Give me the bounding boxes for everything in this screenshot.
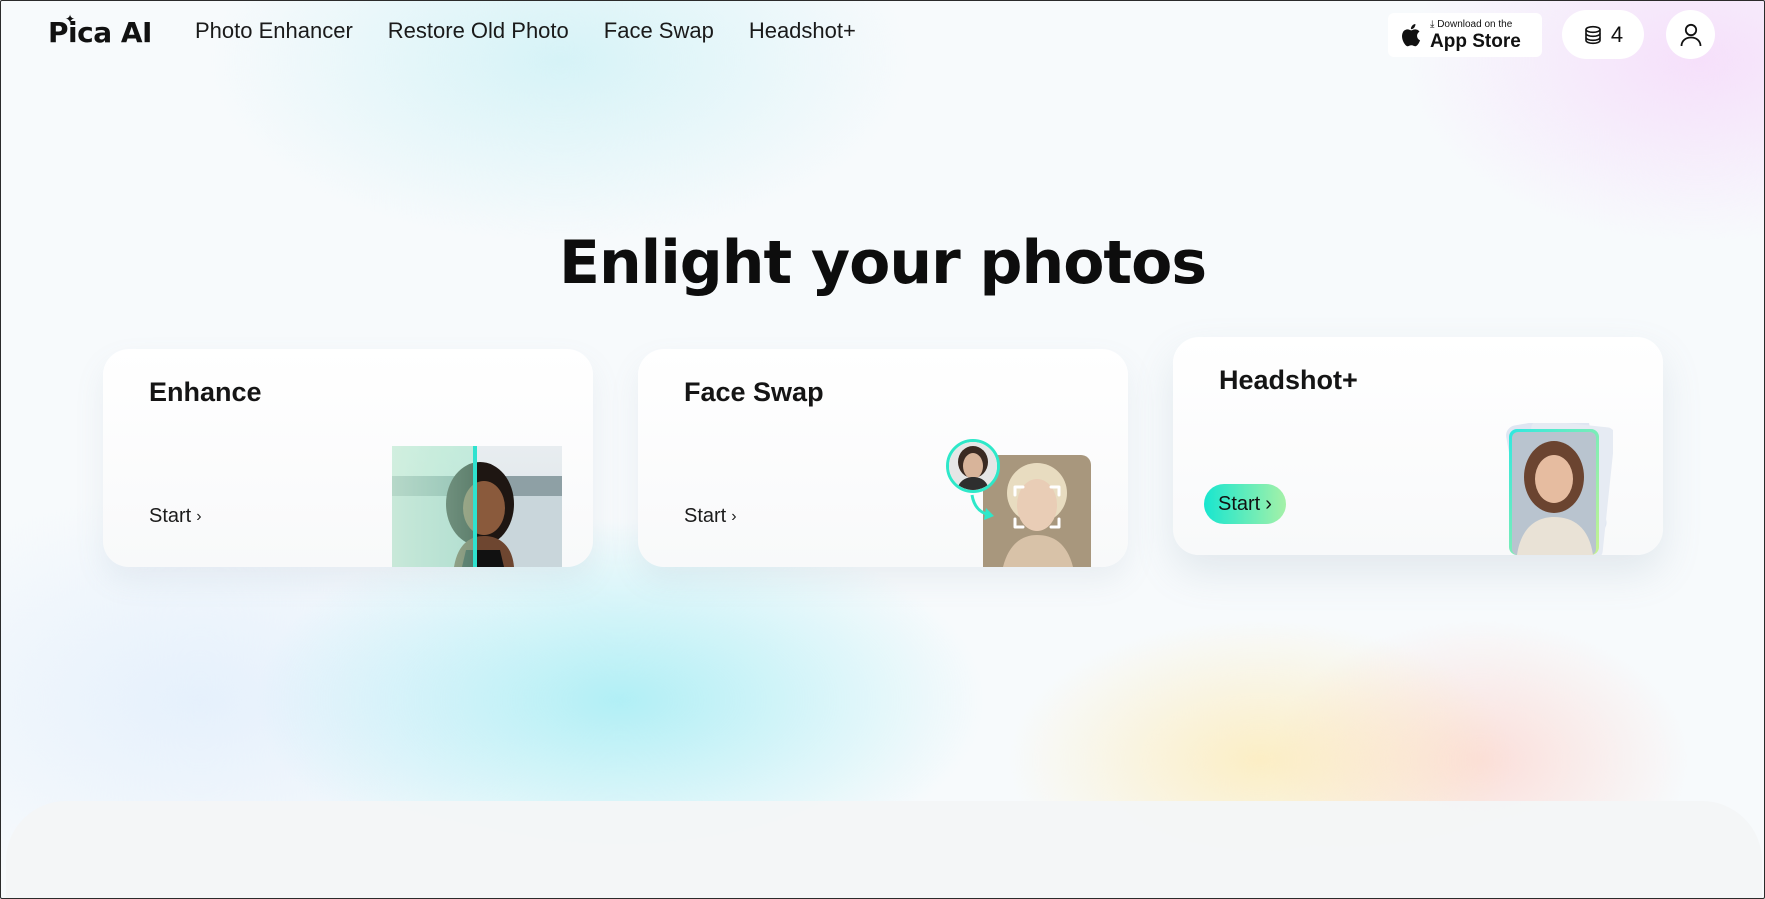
app-store-badge[interactable]: ⤓ Download on the App Store <box>1388 13 1542 57</box>
card-title: Headshot+ <box>1219 365 1358 395</box>
user-icon <box>1680 23 1701 46</box>
start-label: Start <box>149 505 192 527</box>
nav-photo-enhancer[interactable]: Photo Enhancer <box>195 18 353 44</box>
top-navbar: ✦ Pica AI Photo Enhancer Restore Old Pho… <box>0 0 1765 70</box>
start-label: Start <box>684 505 727 527</box>
pica-ai-logo[interactable]: ✦ Pica AI <box>48 12 152 50</box>
headshot-start-button[interactable]: Start › <box>1204 484 1286 524</box>
swap-arrow-icon <box>970 494 994 520</box>
user-account-button[interactable] <box>1666 10 1715 59</box>
headshot-card[interactable]: Headshot+ Start › <box>1173 337 1663 555</box>
coins-stack-icon <box>1585 25 1601 44</box>
app-store-big-text: App Store <box>1430 30 1521 52</box>
bottom-content-panel <box>6 801 1762 899</box>
credits-button[interactable]: 4 <box>1562 10 1644 59</box>
start-label: Start <box>1218 492 1261 515</box>
hero-title: Enlight your photos <box>558 228 1207 298</box>
logo-text: Pica AI <box>48 15 152 49</box>
headshot-portrait-image <box>1506 423 1613 555</box>
main-nav: Photo Enhancer Restore Old Photo Face Sw… <box>195 18 856 44</box>
apple-icon <box>1402 24 1421 47</box>
source-face-avatar <box>946 439 1000 493</box>
face-swap-card[interactable]: Face Swap Start › <box>638 349 1128 567</box>
enhance-card[interactable]: Enhance Start › <box>103 349 593 567</box>
nav-face-swap[interactable]: Face Swap <box>604 18 714 44</box>
chevron-right-icon: › <box>731 507 737 525</box>
app-store-small-text: ⤓ Download on the <box>1430 18 1513 30</box>
chevron-right-icon: › <box>196 507 202 525</box>
sparkle-icon: ✦ <box>65 12 76 26</box>
face-swap-start-link[interactable]: Start › <box>684 505 737 528</box>
nav-restore-old-photo[interactable]: Restore Old Photo <box>388 18 569 44</box>
card-title: Enhance <box>149 377 262 407</box>
enhance-start-link[interactable]: Start › <box>149 505 202 528</box>
credits-count: 4 <box>1610 21 1624 47</box>
nav-headshot[interactable]: Headshot+ <box>749 18 856 44</box>
enhance-before-after-image <box>392 446 562 567</box>
card-title: Face Swap <box>684 377 824 407</box>
chevron-right-icon: › <box>1265 492 1272 515</box>
